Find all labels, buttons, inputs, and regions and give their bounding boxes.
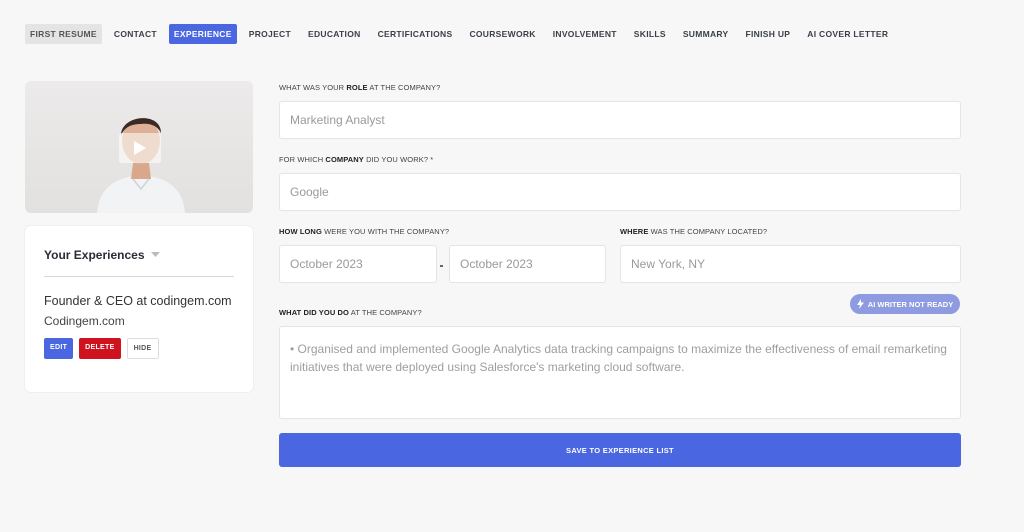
- delete-button[interactable]: DELETE: [79, 338, 121, 359]
- nav-tab-project[interactable]: PROJECT: [244, 24, 296, 44]
- nav-tab-skills[interactable]: SKILLS: [629, 24, 671, 44]
- company-label: FOR WHICH COMPANY DID YOU WORK? *: [279, 155, 433, 164]
- company-label-bold: COMPANY: [325, 155, 364, 164]
- nav-tab-coursework[interactable]: COURSEWORK: [464, 24, 540, 44]
- duration-label: HOW LONG WERE YOU WITH THE COMPANY?: [279, 227, 449, 236]
- duties-placeholder: • Organised and implemented Google Analy…: [290, 342, 947, 374]
- duties-label-bold: WHAT DID YOU DO: [279, 308, 349, 317]
- company-label-pre: FOR WHICH: [279, 155, 326, 164]
- nav-tab-finish-up[interactable]: FINISH UP: [741, 24, 796, 44]
- experience-actions: EDIT DELETE HIDE: [44, 338, 234, 359]
- duration-label-post: WERE YOU WITH THE COMPANY?: [321, 227, 450, 236]
- nav-tab-education[interactable]: EDUCATION: [303, 24, 366, 44]
- date-range-separator: [440, 265, 443, 267]
- duties-label-post: AT THE COMPANY?: [348, 308, 422, 317]
- ai-writer-label: AI WRITER NOT READY: [867, 299, 954, 309]
- nav-tab-certifications[interactable]: CERTIFICATIONS: [373, 24, 458, 44]
- duration-label-bold: HOW LONG: [279, 227, 322, 236]
- company-label-post: DID YOU WORK? *: [363, 155, 434, 164]
- role-input[interactable]: Marketing Analyst: [279, 101, 961, 139]
- role-label-pre: WHAT WAS YOUR: [279, 83, 347, 92]
- role-label-post: AT THE COMPANY?: [367, 83, 441, 92]
- role-label: WHAT WAS YOUR ROLE AT THE COMPANY?: [279, 83, 440, 92]
- edit-button[interactable]: EDIT: [44, 338, 74, 359]
- nav-tab-ai-cover-letter[interactable]: AI COVER LETTER: [802, 24, 893, 44]
- company-input[interactable]: Google: [279, 173, 961, 211]
- nav-tab-summary[interactable]: SUMMARY: [678, 24, 734, 44]
- location-label: WHERE WAS THE COMPANY LOCATED?: [620, 227, 767, 236]
- intro-video[interactable]: [25, 81, 253, 213]
- duties-label: WHAT DID YOU DO AT THE COMPANY?: [279, 308, 422, 317]
- duties-textarea[interactable]: • Organised and implemented Google Analy…: [279, 326, 961, 419]
- location-placeholder: New York, NY: [631, 257, 706, 271]
- experience-company: Codingem.com: [44, 314, 125, 328]
- ai-writer-badge[interactable]: AI WRITER NOT READY: [850, 294, 960, 314]
- play-button[interactable]: [119, 133, 161, 163]
- nav-tab-first-resume[interactable]: FIRST RESUME: [25, 24, 102, 44]
- start-date-placeholder: October 2023: [290, 257, 363, 271]
- experiences-panel: Your Experiences Founder & CEO at coding…: [25, 226, 253, 392]
- location-input[interactable]: New York, NY: [620, 245, 961, 283]
- start-date-input[interactable]: October 2023: [279, 245, 437, 283]
- experiences-title: Your Experiences: [44, 248, 145, 262]
- nav-tab-experience[interactable]: EXPERIENCE: [168, 24, 237, 44]
- company-placeholder: Google: [290, 185, 329, 199]
- section-nav: FIRST RESUME CONTACT EXPERIENCE PROJECT EDUC…: [25, 24, 900, 44]
- location-label-post: WAS THE COMPANY LOCATED?: [648, 227, 768, 236]
- hide-button[interactable]: HIDE: [126, 338, 159, 359]
- lightning-icon: [856, 299, 864, 309]
- nav-tab-involvement[interactable]: INVOLVEMENT: [548, 24, 622, 44]
- caret-down-icon[interactable]: [150, 252, 160, 258]
- role-label-bold: ROLE: [346, 83, 368, 92]
- experience-title: Founder & CEO at codingem.com: [44, 294, 232, 308]
- save-to-experience-list-button[interactable]: SAVE TO EXPERIENCE LIST: [279, 433, 961, 467]
- end-date-input[interactable]: October 2023: [449, 245, 606, 283]
- nav-tab-contact[interactable]: CONTACT: [109, 24, 162, 44]
- experiences-header[interactable]: Your Experiences: [44, 248, 234, 277]
- play-icon: [134, 141, 146, 155]
- location-label-bold: WHERE: [620, 227, 649, 236]
- end-date-placeholder: October 2023: [460, 257, 533, 271]
- role-placeholder: Marketing Analyst: [290, 113, 385, 127]
